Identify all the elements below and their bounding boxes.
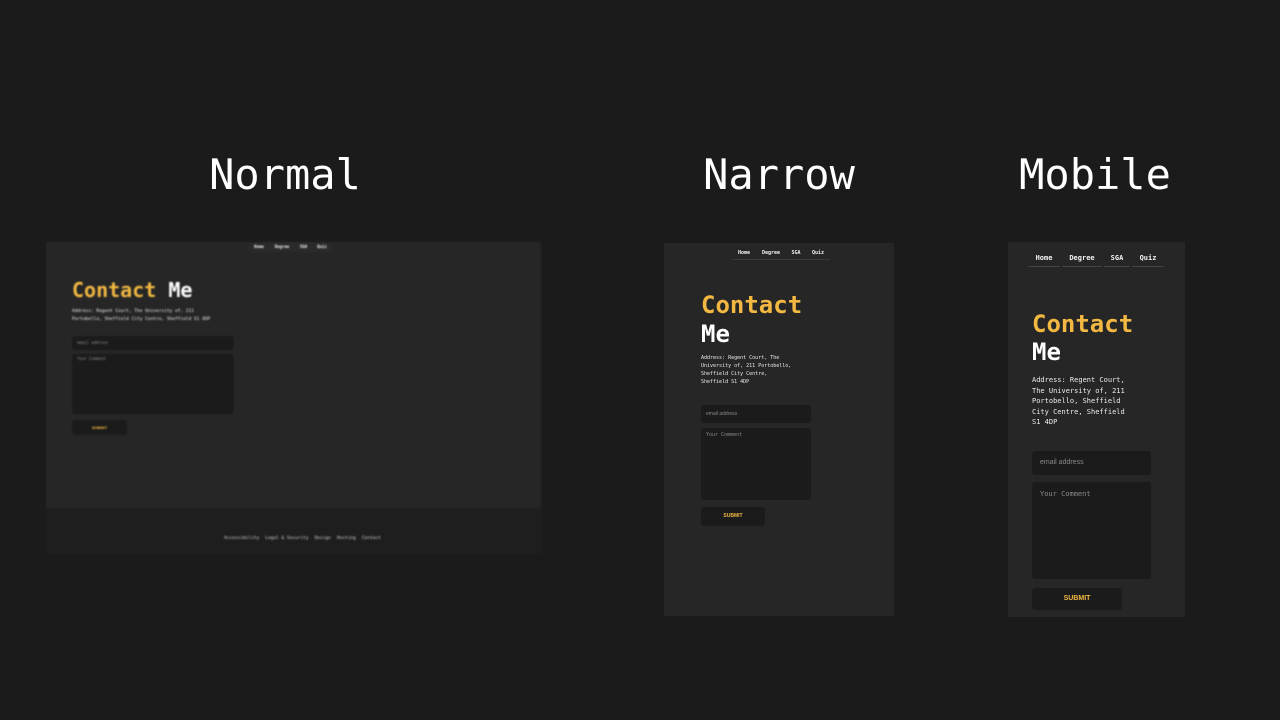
submit-button[interactable]: SUBMIT — [72, 420, 127, 435]
nav-quiz[interactable]: Quiz — [806, 247, 830, 260]
nav-sga[interactable]: SGA — [1104, 250, 1130, 267]
nav-home[interactable]: Home — [732, 247, 756, 260]
title-rest: Me — [168, 278, 193, 302]
title-rest: Me — [1032, 338, 1061, 366]
submit-button[interactable]: SUBMIT — [1032, 588, 1122, 610]
address-line: Portobello, Sheffield City Centre, Sheff… — [72, 317, 211, 322]
nav-bar: Home Degree SGA Quiz — [732, 247, 830, 260]
caption-normal: Normal — [209, 150, 361, 199]
footer-link[interactable]: Contact — [362, 535, 381, 543]
footer: Accessibility Legal & Security Design Ho… — [46, 508, 541, 554]
page-title: Contact Me — [701, 291, 802, 349]
title-accent: Contact — [1032, 310, 1134, 338]
nav-sga[interactable]: SGA — [295, 242, 312, 252]
nav-sga[interactable]: SGA — [786, 247, 806, 260]
title-accent: Contact — [701, 291, 803, 319]
nav-degree[interactable]: Degree — [269, 242, 295, 252]
email-field[interactable]: email address — [1032, 451, 1151, 475]
nav-bar: Home Degree SGA Quiz — [1028, 250, 1164, 267]
email-field[interactable]: email address — [701, 405, 811, 423]
comment-field[interactable]: Your Comment — [701, 428, 811, 500]
footer-links: Accessibility Legal & Security Design Ho… — [224, 535, 381, 543]
nav-quiz[interactable]: Quiz — [1132, 250, 1164, 267]
address-line: Portobello, Sheffield — [1032, 397, 1121, 405]
address-line: Sheffield S1 4DP — [701, 379, 750, 385]
footer-link[interactable]: Design — [315, 535, 331, 543]
address-line: Address: Regent Court, — [1032, 376, 1125, 384]
nav-degree[interactable]: Degree — [1062, 250, 1102, 267]
narrow-preview: Home Degree SGA Quiz Contact Me Address:… — [664, 243, 894, 616]
caption-mobile: Mobile — [1019, 150, 1171, 199]
mobile-preview: Home Degree SGA Quiz Contact Me Address:… — [1008, 242, 1185, 617]
comment-field[interactable]: Your Comment — [1032, 482, 1151, 579]
footer-link[interactable]: Hosting — [337, 535, 356, 543]
title-rest: Me — [701, 320, 730, 348]
nav-quiz[interactable]: Quiz — [312, 242, 332, 252]
submit-button[interactable]: SUBMIT — [701, 507, 765, 526]
address-line: University of, 211 Portobello, — [701, 363, 792, 369]
address-line: The University of, 211 — [1032, 386, 1125, 395]
address-line: S1 4DP — [1032, 418, 1058, 426]
comment-field[interactable]: Your Comment — [72, 354, 234, 414]
footer-link[interactable]: Accessibility — [224, 535, 259, 543]
nav-bar: Home Degree SGA Quiz — [249, 242, 332, 252]
address-text: Address: Regent Court, The University of… — [72, 308, 210, 324]
normal-preview: Home Degree SGA Quiz Contact Me Address:… — [46, 242, 541, 554]
address-line: Address: Regent Court, The University of… — [72, 309, 194, 314]
nav-degree[interactable]: Degree — [756, 247, 786, 260]
address-line: Address: Regent Court, The — [701, 355, 780, 361]
address-line: City Centre, Sheffield — [1032, 407, 1125, 416]
page-title: Contact Me — [1032, 310, 1133, 366]
page-title: Contact Me — [72, 278, 192, 302]
nav-home[interactable]: Home — [249, 242, 269, 252]
nav-home[interactable]: Home — [1028, 250, 1060, 267]
caption-narrow: Narrow — [703, 150, 855, 199]
email-field[interactable]: email address — [72, 336, 234, 350]
address-text: Address: Regent Court, The University of… — [701, 354, 791, 386]
title-accent: Contact — [72, 278, 157, 302]
footer-link[interactable]: Legal & Security — [265, 535, 308, 543]
address-line: Sheffield City Centre, — [701, 371, 768, 377]
address-text: Address: Regent Court, The University of… — [1032, 375, 1125, 428]
